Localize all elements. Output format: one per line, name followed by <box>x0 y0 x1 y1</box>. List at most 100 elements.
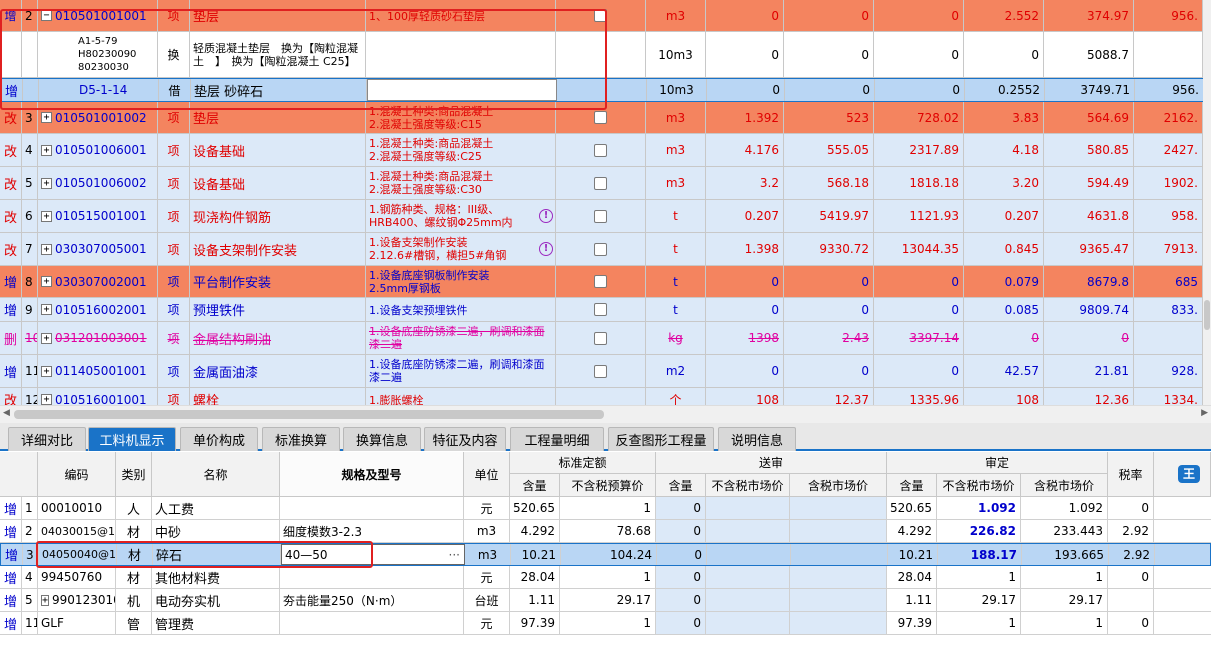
more-options-icon[interactable]: ··· <box>449 548 464 562</box>
warning-icon[interactable]: ! <box>539 209 553 223</box>
material-name[interactable]: 电动夯实机 <box>152 589 280 611</box>
header-spec[interactable]: 规格及型号 <box>280 452 464 497</box>
sent-qty[interactable]: 0 <box>656 589 706 611</box>
table-row[interactable]: 改 7 +030307005001 项 设备支架制作安装 1.设备支架制作安装 … <box>0 233 1211 266</box>
sent-qty[interactable]: 0 <box>656 566 706 588</box>
audit-notax[interactable]: 188.17 <box>938 544 1022 565</box>
audit-tax[interactable]: 193.665 <box>1022 544 1109 565</box>
audit-tax[interactable]: 233.443 <box>1021 520 1108 542</box>
row-code[interactable]: +030307005001 <box>38 233 158 265</box>
scroll-thumb[interactable] <box>14 410 604 419</box>
audit-notax[interactable]: 1 <box>937 612 1021 634</box>
row-check-cell[interactable] <box>556 322 646 354</box>
material-spec[interactable]: 夯击能量250（N·m） <box>280 589 464 611</box>
expand-icon[interactable]: + <box>41 304 52 315</box>
horizontal-scrollbar[interactable]: ◀ ▶ <box>0 405 1211 423</box>
material-name[interactable]: 人工费 <box>152 497 280 519</box>
material-code[interactable]: 00010010 <box>38 497 116 519</box>
expand-icon[interactable]: + <box>41 112 52 123</box>
tab-detail-compare[interactable]: 详细对比 <box>8 427 86 451</box>
table-row[interactable]: 改 5 +010501006002 项 设备基础 1.混凝土种类:商品混凝土 2… <box>0 167 1211 200</box>
sent-tax[interactable] <box>790 589 887 611</box>
row-check-cell[interactable] <box>556 233 646 265</box>
tab-conversion-info[interactable]: 换算信息 <box>343 427 421 451</box>
audit-tax[interactable]: 1 <box>1021 612 1108 634</box>
audit-tax[interactable]: 1 <box>1021 566 1108 588</box>
tax-rate[interactable]: 0 <box>1108 612 1154 634</box>
tab-unit-price[interactable]: 单价构成 <box>180 427 258 451</box>
tax-rate[interactable]: 2.92 <box>1109 544 1155 565</box>
material-row[interactable]: 增 4 99450760 材 其他材料费 元 28.04 1 0 28.04 1… <box>0 566 1211 589</box>
material-spec[interactable] <box>280 497 464 519</box>
audit-notax[interactable]: 226.82 <box>937 520 1021 542</box>
row-code[interactable]: +031201003001 <box>38 322 158 354</box>
row-code[interactable]: +030307002001 <box>38 266 158 297</box>
expand-icon[interactable]: + <box>41 594 50 606</box>
material-name[interactable]: 管理费 <box>152 612 280 634</box>
tax-rate[interactable] <box>1108 589 1154 611</box>
material-code[interactable]: 04030015@1 <box>38 520 116 542</box>
row-checkbox[interactable] <box>594 364 607 378</box>
material-name[interactable]: 其他材料费 <box>152 566 280 588</box>
sent-notax[interactable] <box>707 544 791 565</box>
warning-icon[interactable]: ! <box>539 242 553 256</box>
table-row[interactable]: 增 9 +010516002001 项 预埋铁件 1.设备支架预埋铁件 t 0 … <box>0 298 1211 322</box>
app-badge-icon[interactable]: 王 <box>1178 465 1200 483</box>
row-check-cell[interactable] <box>556 355 646 387</box>
material-code[interactable]: +990123010 <box>38 589 116 611</box>
scroll-left-icon[interactable]: ◀ <box>3 408 10 418</box>
sent-notax[interactable] <box>706 497 790 519</box>
table-row[interactable]: 增 11 +011405001001 项 金属面油漆 1.设备底座防锈漆二遍，刷… <box>0 355 1211 388</box>
expand-icon[interactable]: + <box>41 243 52 255</box>
tab-quantity-detail[interactable]: 工程量明细 <box>510 427 604 451</box>
sent-notax[interactable] <box>706 612 790 634</box>
row-check-cell[interactable] <box>556 298 646 321</box>
sent-tax[interactable] <box>790 520 887 542</box>
table-row-deleted[interactable]: 删 10 +031201003001 项 金属结构刷油 1.设备底座防锈漆二遍，… <box>0 322 1211 355</box>
scroll-right-icon[interactable]: ▶ <box>1201 408 1208 418</box>
expand-icon[interactable]: + <box>41 365 52 377</box>
row-check-cell[interactable] <box>556 134 646 166</box>
scroll-thumb[interactable] <box>1204 300 1210 330</box>
row-checkbox[interactable] <box>594 209 607 223</box>
row-check-cell[interactable] <box>556 167 646 199</box>
audit-qty[interactable]: 10.21 <box>888 544 938 565</box>
sent-notax[interactable] <box>706 589 790 611</box>
tab-features-content[interactable]: 特征及内容 <box>424 427 506 451</box>
expand-icon[interactable]: + <box>41 177 52 189</box>
vertical-scrollbar[interactable] <box>1203 0 1211 405</box>
material-spec[interactable] <box>280 566 464 588</box>
expand-icon[interactable]: + <box>41 332 52 344</box>
audit-notax[interactable]: 29.17 <box>937 589 1021 611</box>
table-row[interactable]: 改 12 +010516001001 项 螺栓 1.膨胀螺栓 个 108 12.… <box>0 388 1211 405</box>
sent-notax[interactable] <box>706 566 790 588</box>
tax-rate[interactable]: 0 <box>1108 497 1154 519</box>
row-code[interactable]: +010501006002 <box>38 167 158 199</box>
row-code[interactable]: +010515001001 <box>38 200 158 232</box>
audit-tax[interactable]: 1.092 <box>1021 497 1108 519</box>
tab-standard-conversion[interactable]: 标准换算 <box>262 427 340 451</box>
material-code[interactable]: GLF <box>38 612 116 634</box>
sent-tax[interactable] <box>790 612 887 634</box>
sent-notax[interactable] <box>706 520 790 542</box>
expand-icon[interactable]: + <box>41 276 52 287</box>
sent-tax[interactable] <box>790 566 887 588</box>
row-checkbox[interactable] <box>594 275 607 288</box>
row-check-cell[interactable] <box>556 388 646 405</box>
audit-notax[interactable]: 1.092 <box>937 497 1021 519</box>
row-checkbox[interactable] <box>594 242 607 256</box>
material-spec[interactable] <box>280 612 464 634</box>
tax-rate[interactable]: 0 <box>1108 566 1154 588</box>
tab-labor-material-machine[interactable]: 工料机显示 <box>88 427 176 451</box>
audit-tax[interactable]: 29.17 <box>1021 589 1108 611</box>
sent-qty[interactable]: 0 <box>656 612 706 634</box>
expand-icon[interactable]: + <box>41 210 52 222</box>
row-check-cell[interactable] <box>556 266 646 297</box>
sent-qty[interactable]: 0 <box>657 544 707 565</box>
audit-qty[interactable]: 28.04 <box>887 566 937 588</box>
table-row[interactable]: 增 8 +030307002001 项 平台制作安装 1.设备底座钢板制作安装 … <box>0 266 1211 298</box>
material-row[interactable]: 增 5 +990123010 机 电动夯实机 夯击能量250（N·m） 台班 1… <box>0 589 1211 612</box>
row-code[interactable]: +010516001001 <box>38 388 158 405</box>
sent-tax[interactable] <box>790 497 887 519</box>
row-checkbox[interactable] <box>594 303 607 316</box>
